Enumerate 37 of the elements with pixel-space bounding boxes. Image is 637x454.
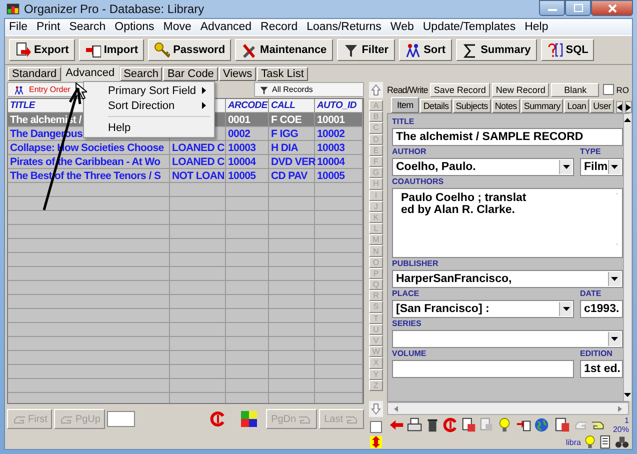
table-cell: The Best of the Three Tenors / S <box>10 170 161 182</box>
table-cell: 10002 <box>317 128 345 140</box>
table-cell: LOANED C <box>172 156 224 168</box>
table-cell: 10003 <box>228 142 256 154</box>
table-cell: H DIA <box>271 142 298 154</box>
window-title: Organizer Pro - Database: Library <box>24 2 204 16</box>
table-cell: LOANED C <box>172 142 224 154</box>
text-line: ed by Alan R. Clarke. <box>401 204 515 216</box>
table-cell: F IGG <box>271 128 298 140</box>
table-cell: 10003 <box>317 142 345 154</box>
table-cell: DVD VER <box>271 156 316 168</box>
field-label: COAUTHORS <box>392 177 445 187</box>
mode-label: Read/Write <box>387 84 428 94</box>
field-label: EDITION <box>580 349 614 359</box>
table-cell: 0002 <box>228 128 250 140</box>
field-label: TYPE <box>580 147 602 157</box>
field-label: PUBLISHER <box>392 259 440 269</box>
percent-label: 20% <box>612 425 629 434</box>
table-cell: 10005 <box>228 170 256 182</box>
table-cell: 10004 <box>317 156 345 168</box>
checkbox-label: RO <box>616 84 629 94</box>
field-label: PLACE <box>392 289 420 299</box>
table-cell: NOT LOAN <box>172 170 224 182</box>
record-count: 1 <box>624 416 629 425</box>
text-line: Paulo Coelho ; translat <box>401 192 526 204</box>
field-label: AUTHOR <box>392 147 428 157</box>
table-cell: 10001 <box>317 114 345 126</box>
table-cell: CD PAV <box>271 170 308 182</box>
database-label: libra <box>566 438 581 446</box>
table-cell: 10004 <box>228 156 256 168</box>
table-cell: 0001 <box>228 114 250 126</box>
field-label: TITLE <box>392 117 416 127</box>
table-cell: F COE <box>271 114 302 126</box>
field-label: DATE <box>580 289 602 299</box>
field-label: SERIES <box>392 319 422 329</box>
field-label: VOLUME <box>392 349 428 359</box>
table-cell: 10005 <box>317 170 345 182</box>
